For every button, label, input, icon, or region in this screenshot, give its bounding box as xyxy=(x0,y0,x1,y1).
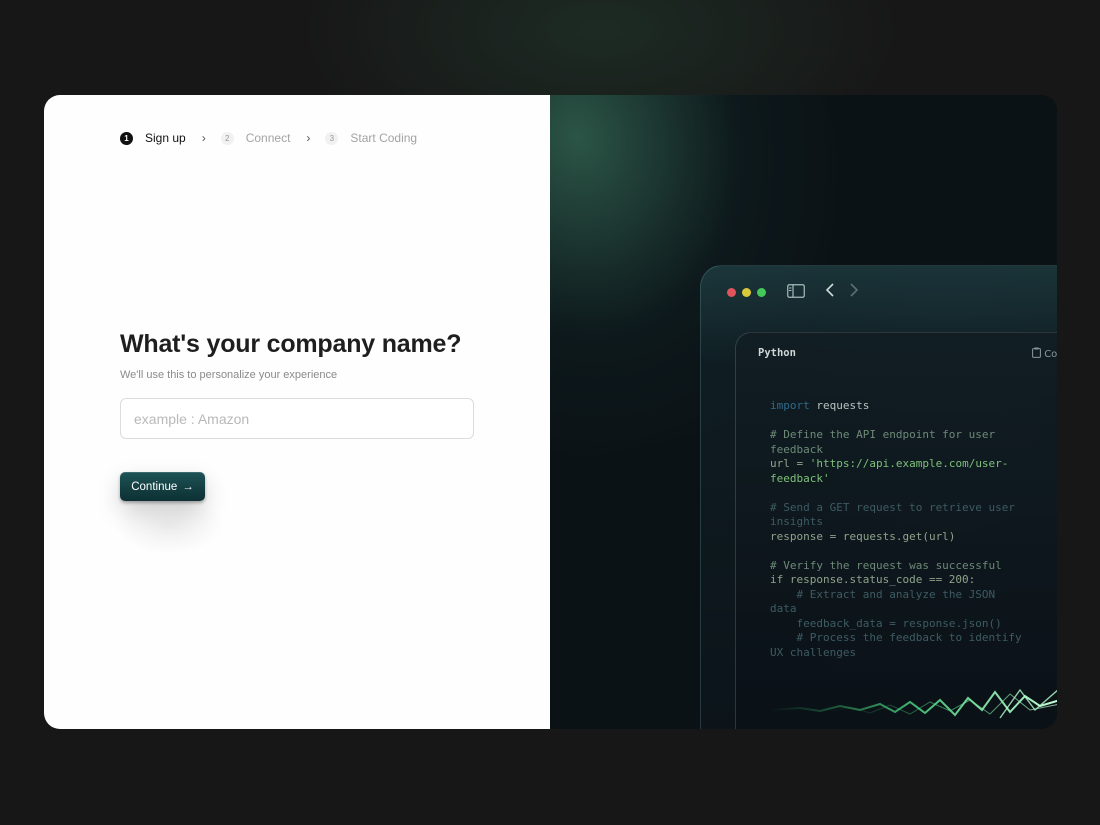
stepper: 1 Sign up › 2 Connect › 3 Start Coding xyxy=(120,131,417,145)
step-connect[interactable]: 2 Connect xyxy=(220,131,291,145)
code-line: # Define the API endpoint for user xyxy=(770,428,996,441)
code-line: # Send a GET request to retrieve user xyxy=(770,500,1016,514)
code-line: url = 'https://api.example.com/user- xyxy=(770,457,1030,472)
code-line: insights xyxy=(770,515,823,528)
forward-chevron-icon[interactable] xyxy=(849,282,859,302)
sidebar-toggle-icon[interactable] xyxy=(787,284,805,302)
button-shadow xyxy=(114,495,224,555)
chevron-right-icon: › xyxy=(306,131,311,145)
page-title: What's your company name? xyxy=(120,330,462,358)
code-line: # Process the feedback to identify xyxy=(770,631,1022,644)
code-line: if response.status_code == 200: xyxy=(770,573,976,586)
company-name-input[interactable] xyxy=(120,398,474,439)
code-line: # Verify the request was successful xyxy=(770,558,1002,572)
copy-button[interactable]: Co xyxy=(1032,347,1057,360)
code-window: Python Co import requests # Define the A… xyxy=(700,265,1057,729)
page-subtitle: We'll use this to personalize your exper… xyxy=(120,369,338,381)
code-line: response = requests.get(url) xyxy=(770,529,956,543)
continue-button[interactable]: Continue → xyxy=(120,472,205,501)
language-label: Python xyxy=(758,347,796,359)
step-number: 2 xyxy=(220,131,234,145)
code-panel: Python Co import requests # Define the A… xyxy=(735,332,1057,729)
code-line: # Extract and analyze the JSON xyxy=(770,587,996,601)
code-line: UX challenges xyxy=(770,645,857,659)
step-sign-up[interactable]: 1 Sign up xyxy=(120,131,186,145)
minimize-dot[interactable] xyxy=(742,288,751,297)
copy-label: Co xyxy=(1044,349,1057,360)
code-token: 'https://api.example.com/user- xyxy=(809,457,1009,470)
step-label: Connect xyxy=(245,131,291,145)
code-token: url = xyxy=(770,457,810,470)
code-line: feedback_data = response.json() xyxy=(770,616,1002,630)
electric-spark-decoration xyxy=(770,688,1057,719)
form-panel: 1 Sign up › 2 Connect › 3 Start Coding W… xyxy=(44,95,550,729)
code-block: import requests # Define the API endpoin… xyxy=(770,399,1030,660)
code-line: feedback' xyxy=(770,471,830,485)
step-start-coding[interactable]: 3 Start Coding xyxy=(325,131,417,145)
continue-label: Continue xyxy=(131,480,178,493)
step-number: 1 xyxy=(120,131,133,145)
arrow-right-icon: → xyxy=(182,480,194,493)
step-label: Sign up xyxy=(145,131,186,145)
code-token: import xyxy=(770,399,810,412)
onboarding-card: 1 Sign up › 2 Connect › 3 Start Coding W… xyxy=(44,95,1057,729)
window-controls xyxy=(727,288,766,297)
step-number: 3 xyxy=(325,131,339,145)
preview-panel: Python Co import requests # Define the A… xyxy=(550,95,1057,729)
code-line: data xyxy=(770,602,797,615)
chevron-right-icon: › xyxy=(201,131,206,145)
step-label: Start Coding xyxy=(350,131,418,145)
code-line: feedback xyxy=(770,442,823,456)
code-token: requests xyxy=(809,399,870,412)
maximize-dot[interactable] xyxy=(757,288,766,297)
clipboard-icon xyxy=(1032,347,1044,360)
code-line: import requests xyxy=(770,399,1030,414)
close-dot[interactable] xyxy=(727,288,736,297)
back-chevron-icon[interactable] xyxy=(825,282,835,302)
